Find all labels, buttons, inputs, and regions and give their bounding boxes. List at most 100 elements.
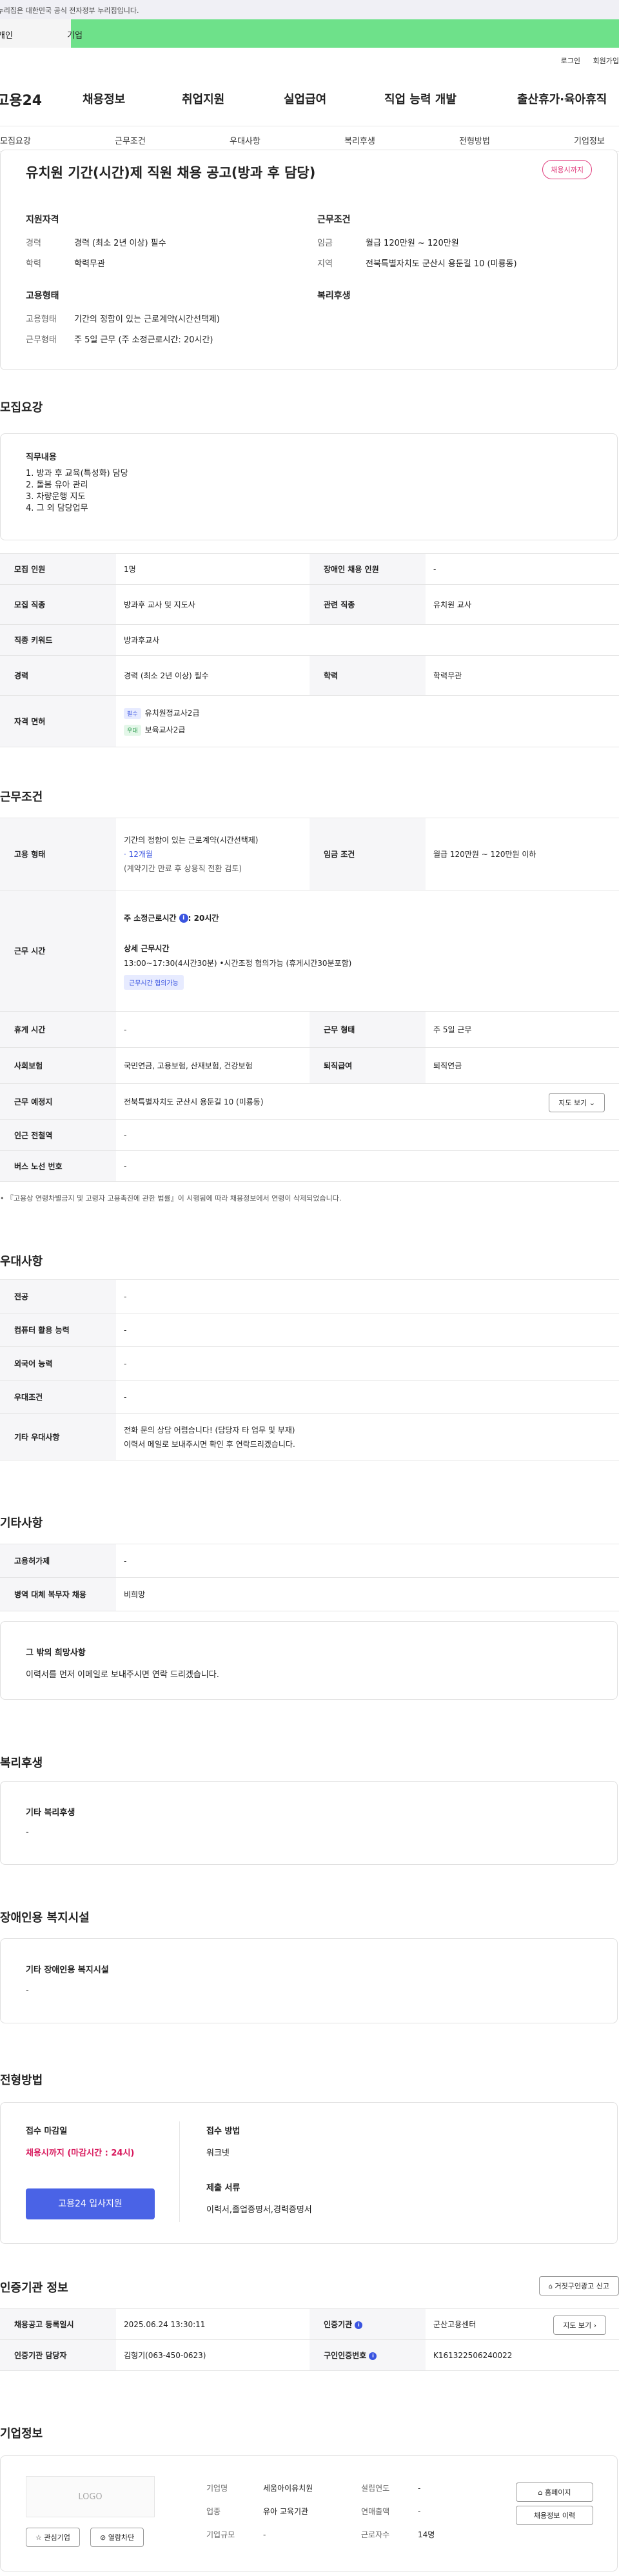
agency-map-button[interactable]: 지도 보기 › <box>553 2315 606 2335</box>
star-icon: ☆ <box>35 2533 42 2542</box>
duty-title: 직무내용 <box>26 453 57 462</box>
welfare-sub-title: 기타 복리후생 <box>26 1808 75 1818</box>
row-label: 학력 <box>310 655 426 696</box>
company-biz: 업종 유아 교육기관 <box>206 2507 309 2516</box>
row-label: 관련 직종 <box>310 584 426 625</box>
row-label: 인증기관 i <box>310 2308 426 2340</box>
row-value: - <box>116 1380 619 1414</box>
block-button[interactable]: ⊘ 열람차단 <box>90 2528 144 2547</box>
section-pref-title: 우대사항 <box>0 1255 43 1268</box>
preferred-tag: 우대 <box>124 724 141 736</box>
other-table: 고용허가제 - 병역 대체 복무자 채용 비희망 <box>0 1544 619 1611</box>
gnb-item-support[interactable]: 취업지원 <box>182 90 224 107</box>
row-label: 고용허가제 <box>0 1544 116 1578</box>
gnb-item-jobs[interactable]: 채용정보 <box>83 90 125 107</box>
row-label: 임금 조건 <box>310 818 426 890</box>
signup-link[interactable]: 회원가입 <box>593 57 619 65</box>
row-value: - <box>116 1313 619 1347</box>
info-icon: i <box>179 914 188 923</box>
row-label: 모집 인원 <box>0 553 116 585</box>
row-label: 모집 직종 <box>0 584 116 625</box>
row-label: 외국어 능력 <box>0 1346 116 1381</box>
row-label: 기타 우대사항 <box>0 1413 116 1460</box>
tab-personal[interactable]: 개인 <box>0 19 71 48</box>
emp-cell: 기간의 정함이 있는 근로계약(시간선택제) · 12개월 (계약기간 만료 후… <box>116 818 310 890</box>
company-scale: 기업규모 - <box>206 2530 266 2539</box>
row-value: 국민연금, 고용보험, 산재보험, 건강보험 <box>116 1047 310 1084</box>
summary-emptype: 고용형태 기간의 정함이 있는 근로계약(시간선택제) <box>26 315 220 324</box>
method-title: 접수 방법 <box>206 2127 241 2136</box>
section-agency-title: 인증기관 정보 <box>0 2281 68 2295</box>
row-value: 비희망 <box>116 1577 619 1611</box>
report-button[interactable]: ⌂ 거짓구인광고 신고 <box>538 2276 619 2296</box>
summary-career: 경력 경력 (최소 2년 이상) 필수 <box>26 239 166 248</box>
subnav-welfare[interactable]: 복리후생 <box>344 134 375 146</box>
subnav-work[interactable]: 근무조건 <box>115 134 146 146</box>
gnb-item-benefit[interactable]: 실업급여 <box>284 90 326 107</box>
gnb-item-training[interactable]: 직업 능력 개발 <box>384 90 457 107</box>
section-disabled-title: 장애인용 복지시설 <box>0 1911 90 1925</box>
work-table: 고용 형태 기간의 정함이 있는 근로계약(시간선택제) · 12개월 (계약기… <box>0 818 619 1182</box>
apply-button[interactable]: 고용24 입사지원 <box>26 2188 155 2219</box>
login-link[interactable]: 로그인 <box>561 57 580 65</box>
row-value: - <box>116 1119 619 1151</box>
site-logo[interactable]: 고용24 <box>0 89 42 110</box>
row-label: 근무 예정지 <box>0 1083 116 1120</box>
place-cell: 전북특별자치도 군산시 용둔길 10 (미룡동) 지도 보기 ⌄ <box>116 1083 619 1120</box>
wish-card <box>0 1621 618 1700</box>
home-icon: ⌂ <box>538 2488 543 2497</box>
row-label: 우대조건 <box>0 1380 116 1414</box>
section-company-title: 기업정보 <box>0 2427 43 2441</box>
deadline-value: 채용시까지 (마감시간 : 24시) <box>26 2148 135 2158</box>
row-value: - <box>116 1346 619 1381</box>
row-value: - <box>116 1544 619 1578</box>
row-value: 전화 문의 상담 어렵습니다! (담당자 타 업무 및 부재) 이력서 메일로 보… <box>116 1413 619 1460</box>
subnav-recruit[interactable]: 모집요강 <box>0 134 31 146</box>
job-title: 유치원 기간(시간)제 직원 채용 공고(방과 후 담당) <box>26 165 316 181</box>
row-label: 채용공고 등록일시 <box>0 2308 116 2340</box>
block-icon: ⊘ <box>100 2533 106 2542</box>
emp-title: 고용형태 <box>26 291 59 301</box>
age-note: • 『고용상 연령차별금지 및 고령자 고용촉진에 관한 법률』이 시행됨에 따… <box>0 1194 342 1203</box>
map-button[interactable]: 지도 보기 ⌄ <box>549 1093 605 1112</box>
summary-worktype: 근무형태 주 5일 근무 (주 소정근로시간: 20시간) <box>26 335 213 345</box>
duty-item: 1. 방과 후 교육(특성화) 담당 <box>26 469 128 478</box>
docs-value: 이력서,졸업증명서,경력증명서 <box>206 2205 312 2215</box>
gov-notice: 이 누리집은 대한민국 공식 전자정부 누리집입니다. <box>0 6 139 15</box>
history-button[interactable]: 채용정보 이력 <box>516 2506 593 2525</box>
process-card <box>0 2102 618 2244</box>
hours-cell: 주 소정근로시간 i: 20시간 상세 근무시간 13:00~17:30(4시간… <box>116 890 619 1012</box>
disabled-sub-title: 기타 장애인용 복지시설 <box>26 1965 109 1975</box>
top-links: 로그인 회원가입 <box>551 55 619 66</box>
row-label: 컴퓨터 활용 능력 <box>0 1313 116 1347</box>
row-label: 직종 키워드 <box>0 624 116 656</box>
subnav-pref[interactable]: 우대사항 <box>230 134 260 146</box>
gnb-item-leave[interactable]: 출산휴가·육아휴직 <box>517 90 607 107</box>
row-value: - <box>426 553 619 585</box>
chevron-right-icon: › <box>593 2321 596 2330</box>
section-process-title: 전형방법 <box>0 2074 43 2087</box>
disabled-value: - <box>26 1986 29 1996</box>
row-label: 자격 면허 <box>0 695 116 747</box>
company-name: 기업명 세움아이유치원 <box>206 2484 313 2493</box>
favorite-button[interactable]: ☆ 관심기업 <box>26 2528 80 2547</box>
subnav-company[interactable]: 기업정보 <box>574 134 605 146</box>
row-value: 방과후교사 <box>116 624 619 656</box>
row-value: 월급 120만원 ~ 120만원 이하 <box>426 818 619 890</box>
row-label: 근무 시간 <box>0 890 116 1012</box>
disabled-card <box>0 1938 618 2023</box>
cond-title: 근무조건 <box>317 215 351 225</box>
duty-item: 3. 차량운행 지도 <box>26 492 86 502</box>
row-value: 1명 <box>116 553 310 585</box>
recruit-table: 모집 인원 1명 장애인 채용 인원 - 모집 직종 방과후 교사 및 지도사 … <box>0 553 619 747</box>
row-value: 2025.06.24 13:30:11 <box>116 2308 310 2340</box>
homepage-button[interactable]: ⌂ 홈페이지 <box>516 2483 593 2502</box>
row-value: 경력 (최소 2년 이상) 필수 <box>116 655 310 696</box>
divider <box>179 2121 180 2222</box>
method-value: 워크넷 <box>206 2148 230 2158</box>
tab-company[interactable]: 기업 <box>67 19 619 48</box>
subnav-process[interactable]: 전형방법 <box>459 134 490 146</box>
agency-table: 채용공고 등록일시 2025.06.24 13:30:11 인증기관 i 군산고… <box>0 2308 619 2371</box>
wish-title: 그 밖의 희망사항 <box>26 1648 86 1658</box>
row-label: 휴게 시간 <box>0 1011 116 1048</box>
